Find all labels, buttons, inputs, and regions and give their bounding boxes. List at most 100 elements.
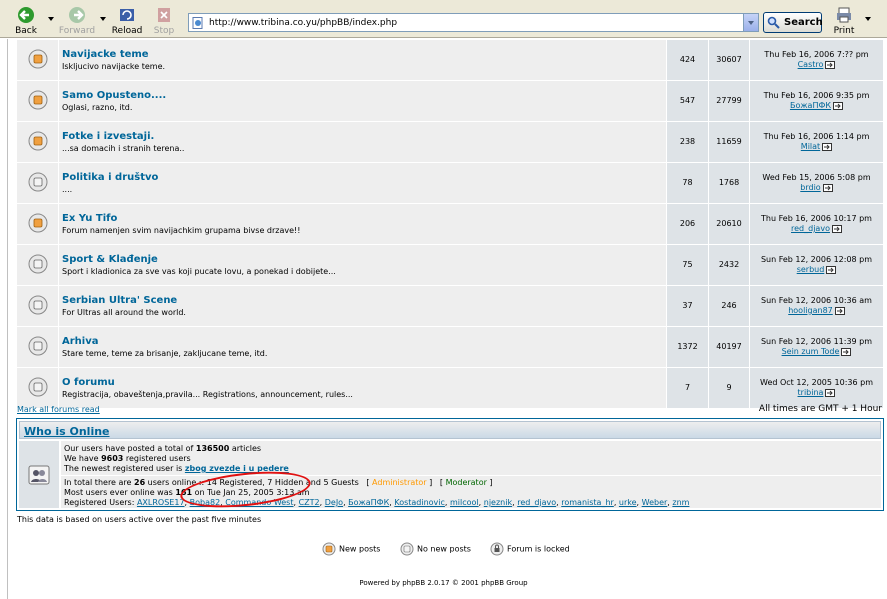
topic-count: 206 [679,219,696,228]
back-button[interactable]: Back [10,6,42,36]
registered-user-link[interactable]: Commando West [225,498,293,507]
forum-name-link[interactable]: Samo Opusteno.... [62,90,666,101]
forum-name-link[interactable]: Fotke i izvestaji. [62,131,666,142]
forum-name-link[interactable]: Sport & Klađenje [62,254,666,265]
registered-user-link[interactable]: DeJo [325,498,343,507]
forum-last-post-cell: Thu Feb 16, 2006 9:35 pm БожаПФК [749,80,884,122]
view-latest-post-icon[interactable] [825,388,836,397]
print-label: Print [833,26,855,36]
newest-user-line: The newest registered user is zbog zvezd… [64,464,289,473]
timezone-note: All times are GMT + 1 Hour [758,404,882,414]
post-count: 30607 [716,55,742,64]
registered-user-link[interactable]: urke [619,498,637,507]
who-is-online-icon-cell [19,441,59,508]
forward-dropdown-icon[interactable] [100,17,106,21]
topic-count: 424 [679,55,696,64]
view-latest-post-icon[interactable] [825,60,836,69]
topic-count: 75 [682,260,693,269]
registered-user-link[interactable]: znm [672,498,689,507]
forward-button[interactable]: Forward [58,6,96,36]
last-post-author-link[interactable]: Sein zum Tode [782,347,840,356]
forum-status-cell [16,285,59,327]
view-latest-post-icon[interactable] [833,101,844,110]
forum-posts-cell: 2432 [708,244,750,286]
registered-users-line: Registered Users: AXLROSE17, Boba82, Com… [64,498,690,507]
last-post-author-link[interactable]: serbud [797,265,825,274]
print-button[interactable]: Print [832,6,856,36]
mark-all-read-link[interactable]: Mark all forums read [17,405,100,414]
address-dropdown-icon[interactable] [743,14,758,31]
forum-posts-cell: 20610 [708,203,750,245]
newest-user-link[interactable]: zbog zvezde i u pedere [185,464,289,473]
address-input[interactable] [209,16,729,29]
forum-row: Fotke i izvestaji. ...sa domacih i strani… [16,121,884,163]
forum-name-link[interactable]: Politika i društvo [62,172,666,183]
last-post-author-link[interactable]: brdio [800,183,820,192]
view-latest-post-icon[interactable] [826,265,837,274]
last-post-author-link[interactable]: tribina [798,388,824,397]
forum-name-link[interactable]: Arhiva [62,336,666,347]
forum-name-cell: Arhiva Stare teme, teme za brisanje, zakl… [58,326,667,368]
legend-new-posts: New posts [322,542,380,556]
forum-posts-cell: 1768 [708,162,750,204]
registered-user-link[interactable]: milcool [450,498,479,507]
view-latest-post-icon[interactable] [834,306,845,315]
forum-row: Serbian Ultra' Scene For Ultras all aroun… [16,285,884,327]
search-icon [767,16,780,29]
last-post-author-link[interactable]: hooligan87 [788,306,833,315]
topic-count: 78 [682,178,693,187]
forum-row: O forumu Registracija, obaveštenja,pravil… [16,367,884,409]
view-latest-post-icon[interactable] [841,347,852,356]
forum-last-post-cell: Wed Feb 15, 2006 5:08 pm brdio [749,162,884,204]
page-left-border [7,39,8,599]
forum-posts-cell: 246 [708,285,750,327]
forum-topics-cell: 78 [666,162,709,204]
view-latest-post-icon[interactable] [831,224,842,233]
registered-user-link[interactable]: romanista_hr [561,498,614,507]
forum-status-cell [16,367,59,409]
forum-posts-cell: 9 [708,367,750,409]
view-latest-post-icon[interactable] [822,183,833,192]
forum-status-cell [16,203,59,245]
post-count: 40197 [716,342,742,351]
forum-name-cell: Navijacke teme Iskljucivo navijacke teme. [58,39,667,81]
forum-row: Arhiva Stare teme, teme za brisanje, zakl… [16,326,884,368]
forum-name-link[interactable]: Ex Yu Tifo [62,213,666,224]
last-post-date: Thu Feb 16, 2006 7:?? pm [764,50,869,59]
registered-user-link[interactable]: Boba82 [190,498,221,507]
back-arrow-icon [18,7,34,23]
registered-user-link[interactable]: AXLROSE17 [137,498,185,507]
no-new-posts-folder-icon [28,254,47,273]
forum-name-link[interactable]: O forumu [62,377,666,388]
last-post-date: Wed Oct 12, 2005 10:36 pm [760,378,873,387]
registered-user-link[interactable]: БожаПФК [348,498,389,507]
address-bar[interactable] [188,13,759,32]
stop-button[interactable]: Stop [150,6,178,36]
view-latest-post-icon[interactable] [822,142,833,151]
forum-name-cell: Samo Opusteno.... Oglasi, razno, itd. [58,80,667,122]
forum-row: Navijacke teme Iskljucivo navijacke teme.… [16,39,884,81]
who-is-online-title[interactable]: Who is Online [24,425,110,438]
search-button[interactable]: Search [763,12,823,33]
stop-label: Stop [153,26,175,36]
last-post-author-link[interactable]: Milat [801,142,820,151]
registered-user-link[interactable]: Kostadinovic [394,498,445,507]
forum-posts-cell: 30607 [708,39,750,81]
forum-name-link[interactable]: Serbian Ultra' Scene [62,295,666,306]
forum-description: ...sa domacih i stranih terena.. [62,143,185,153]
print-dropdown-icon[interactable] [865,17,871,21]
registered-user-link[interactable]: red_djavo [517,498,556,507]
last-post-author-link[interactable]: Castro [798,60,824,69]
topic-count: 238 [679,137,696,146]
last-post-author-link[interactable]: red_djavo [791,224,830,233]
activity-note: This data is based on users active over … [17,515,262,524]
registered-user-link[interactable]: njeznik [484,498,512,507]
back-dropdown-icon[interactable] [48,17,54,21]
who-is-online-users: In total there are 26 users online :: 14… [61,476,881,508]
registered-user-link[interactable]: Weber [642,498,668,507]
last-post-author-link[interactable]: БожаПФК [790,101,831,110]
registered-user-link[interactable]: CZT2 [299,498,320,507]
reload-button[interactable]: Reload [110,6,144,36]
search-label: Search [784,17,823,28]
forum-name-link[interactable]: Navijacke teme [62,49,666,60]
